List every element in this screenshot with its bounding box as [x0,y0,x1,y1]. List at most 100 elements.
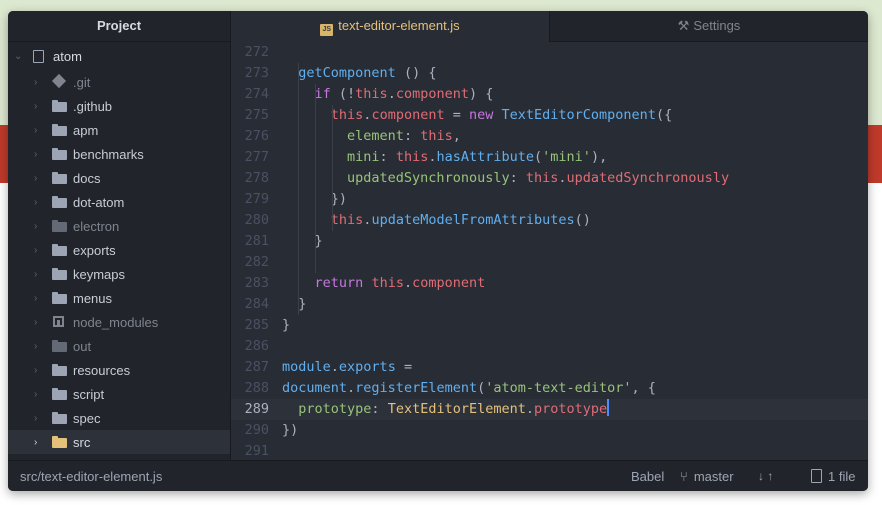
tree-item[interactable]: › node_modules [8,310,230,334]
line-number[interactable]: 291 [231,441,282,460]
line-number[interactable]: 283 [231,273,282,294]
code-line[interactable]: 275 this.component = new TextEditorCompo… [231,105,868,126]
tree-item[interactable]: › docs [8,166,230,190]
chevron-right-icon[interactable]: › [34,293,46,304]
line-number[interactable]: 282 [231,252,282,273]
chevron-down-icon[interactable]: ⌄ [14,51,26,62]
code-line[interactable]: 285} [231,315,868,336]
code-token: ( [534,149,543,165]
code-line[interactable]: 274 if (!this.component) { [231,84,868,105]
code-line[interactable]: 290}) [231,420,868,441]
line-number[interactable]: 285 [231,315,282,336]
code-token: if [314,86,331,102]
chevron-right-icon[interactable]: › [34,77,46,88]
code-token: this [330,107,364,123]
chevron-right-icon[interactable]: › [34,317,46,328]
line-number[interactable]: 278 [231,168,282,189]
tree-item[interactable]: › electron [8,214,230,238]
code-line[interactable]: 289 prototype: TextEditorElement.prototy… [231,399,868,420]
line-number[interactable]: 279 [231,189,282,210]
chevron-right-icon[interactable]: › [34,125,46,136]
status-grammar[interactable]: Babel [631,461,664,491]
chevron-right-icon[interactable]: › [34,389,46,400]
line-number[interactable]: 274 [231,84,282,105]
tree-item[interactable]: › src [8,430,230,454]
chevron-right-icon[interactable]: › [34,269,46,280]
code-line[interactable]: 273 getComponent () { [231,63,868,84]
code-line[interactable]: 287 module.exports = [231,357,868,378]
code-line[interactable]: 272 [231,42,868,63]
status-changed-files[interactable]: 1 file [811,461,855,491]
tree-item[interactable]: › script [8,382,230,406]
tree-item[interactable]: › menus [8,286,230,310]
tree-item[interactable]: › resources [8,358,230,382]
tree-item[interactable]: › dot-atom [8,190,230,214]
code-line[interactable]: 280 this.updateModelFromAttributes() [231,210,868,231]
chevron-right-icon[interactable]: › [34,197,46,208]
tree-item[interactable]: › apm [8,118,230,142]
chevron-right-icon[interactable]: › [34,149,46,160]
line-number[interactable]: 275 [231,105,282,126]
code-token: : [371,401,388,417]
folder-icon [52,340,67,352]
code-line[interactable]: 284 } [231,294,868,315]
indent-guide [332,105,333,231]
text-editor[interactable]: 272 273 getComponent () {274 if (!this.co… [231,42,868,460]
tab-settings[interactable]: ⚒ Settings [550,11,868,41]
tree-root-atom[interactable]: ⌄ atom [8,42,230,70]
tree-item[interactable]: › spec [8,406,230,430]
chevron-right-icon[interactable]: › [34,245,46,256]
line-number[interactable]: 276 [231,126,282,147]
line-number[interactable]: 290 [231,420,282,441]
code-token: return [314,275,364,291]
code-line[interactable]: 278 updatedSynchronously: this.updatedSy… [231,168,868,189]
code-line[interactable]: 291 [231,441,868,460]
tree-item-label: resources [73,362,131,378]
tree-item[interactable]: › benchmarks [8,142,230,166]
line-number[interactable]: 272 [231,42,282,63]
status-bar: src/text-editor-element.js Babel ⑂ master… [8,460,868,491]
line-number[interactable]: 284 [231,294,282,315]
tree-item[interactable]: › keymaps [8,262,230,286]
code-line[interactable]: 286 [231,336,868,357]
line-number[interactable]: 287 [231,357,282,378]
text-cursor [607,399,610,416]
code-line[interactable]: 282 [231,252,868,273]
tree-item[interactable]: › .git [8,70,230,94]
tree-item[interactable]: › exports [8,238,230,262]
chevron-right-icon[interactable]: › [34,365,46,376]
status-git-branch[interactable]: ⑂ master [680,461,734,491]
code-line[interactable]: 283 return this.component [231,273,868,294]
chevron-right-icon[interactable]: › [34,341,46,352]
code-line[interactable]: 288 document.registerElement('atom-text-e… [231,378,868,399]
code-line[interactable]: 276 element: this, [231,126,868,147]
branch-label: master [693,469,734,484]
code-token: ), [590,149,608,165]
code-line[interactable]: 281 } [231,231,868,252]
code-line[interactable]: 279 }) [231,189,868,210]
tree-view-header[interactable]: Project [8,11,230,42]
chevron-right-icon[interactable]: › [34,437,46,448]
tree-item[interactable]: › out [8,334,230,358]
line-number[interactable]: 281 [231,231,282,252]
code-token: ) { [468,86,494,102]
line-number[interactable]: 288 [231,378,282,399]
chevron-right-icon[interactable]: › [34,173,46,184]
tab-text-editor-element[interactable]: JS text-editor-element.js [231,11,550,42]
chevron-right-icon[interactable]: › [34,101,46,112]
line-number[interactable]: 280 [231,210,282,231]
chevron-right-icon[interactable]: › [34,413,46,424]
line-number[interactable]: 289 [231,399,282,420]
code-line[interactable]: 277 mini: this.hasAttribute('mini'), [231,147,868,168]
line-number[interactable]: 277 [231,147,282,168]
line-number[interactable]: 273 [231,63,282,84]
tree-item[interactable]: › .github [8,94,230,118]
chevron-right-icon[interactable]: › [34,221,46,232]
code-token: exports [338,359,396,375]
status-git-arrows[interactable]: ↓ ↑ [758,461,773,491]
tree-item-label: keymaps [73,266,126,282]
status-file-path[interactable]: src/text-editor-element.js [20,461,162,491]
line-number[interactable]: 286 [231,336,282,357]
